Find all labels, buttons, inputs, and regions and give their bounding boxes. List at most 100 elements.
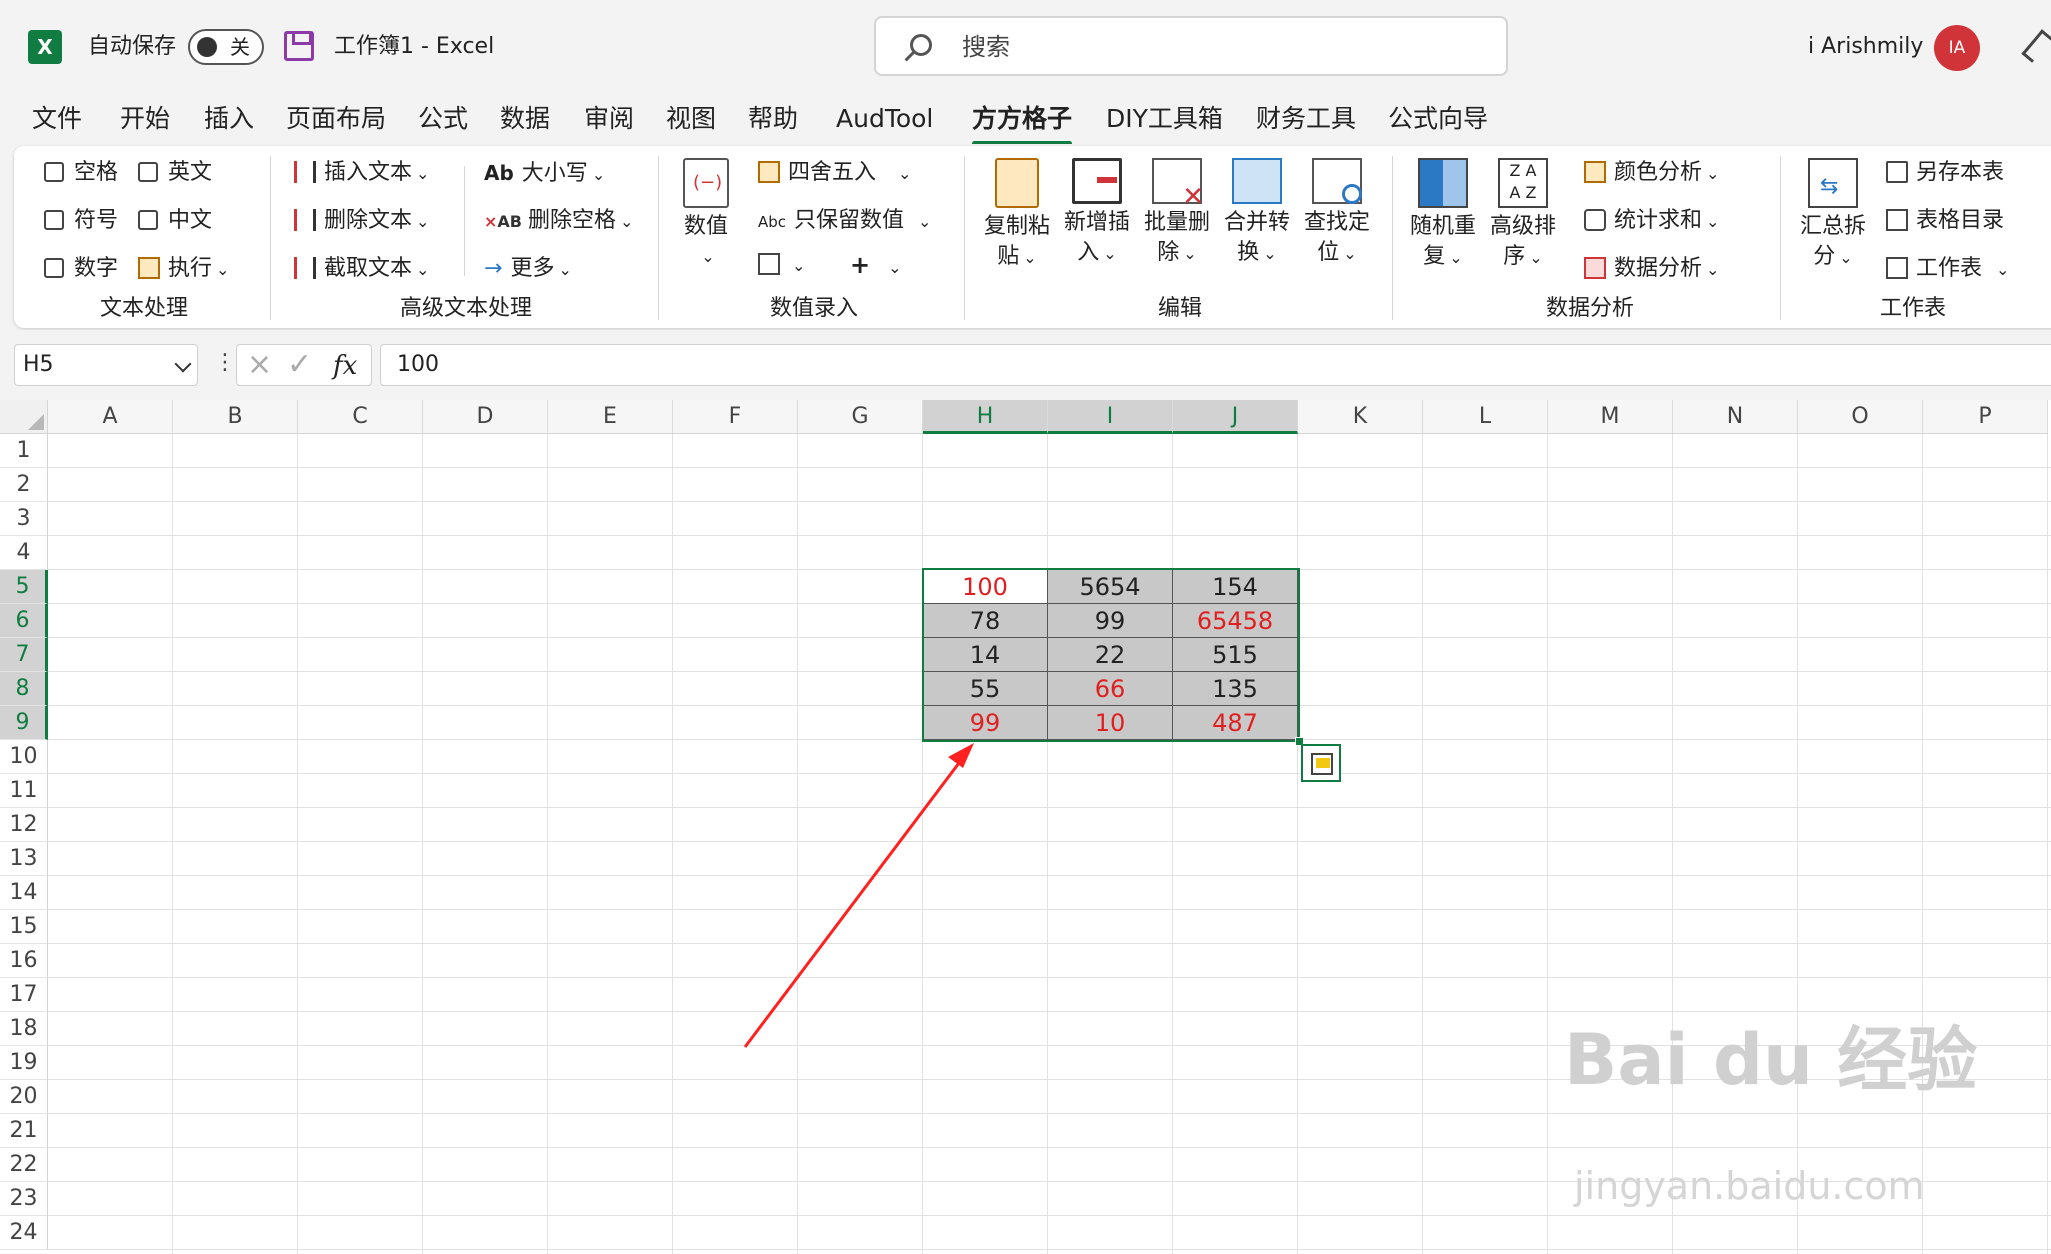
tab-page-layout[interactable]: 页面布局	[286, 100, 386, 138]
chevron-down-icon: ⌄	[216, 260, 230, 279]
number-button[interactable]: (−) 数值 ⌄	[674, 158, 738, 272]
check-icon[interactable]: ✓	[287, 348, 312, 382]
summary-split-label: 汇总拆	[1799, 214, 1866, 239]
ribbon: 空格 英文 符号 中文 数字 执行 ⌄ 文本处理 插入文本 ⌄ 删除文本 ⌄ 截取文本…	[14, 146, 2051, 328]
summary-split-label-b: 分	[1813, 244, 1836, 269]
group-label-edit: 编辑	[1158, 296, 1203, 321]
tab-help[interactable]: 帮助	[748, 100, 798, 138]
merge-convert-button[interactable]: 合并转 换 ⌄	[1220, 158, 1294, 269]
name-box[interactable]: H5	[14, 344, 198, 386]
checkbox-symbol[interactable]: 符号	[44, 206, 118, 236]
save-icon[interactable]	[284, 31, 314, 61]
advanced-sort-button[interactable]: Z AA Z 高级排 序 ⌄	[1486, 158, 1560, 273]
tab-review[interactable]: 审阅	[584, 100, 634, 138]
cancel-icon[interactable]: ×	[247, 348, 272, 382]
search-box[interactable]: 搜索	[874, 16, 1508, 76]
round-icon	[758, 161, 780, 183]
delete-spaces-button[interactable]: ×AB 删除空格 ⌄	[484, 206, 633, 237]
title-bar: X 自动保存 关 工作簿1 - Excel 搜索 i Arishmily IA	[0, 0, 2051, 92]
name-box-value: H5	[23, 352, 54, 377]
excel-icon[interactable]: X	[28, 30, 62, 64]
insert-text-button[interactable]: 插入文本 ⌄	[294, 158, 429, 189]
group-label-advanced-text: 高级文本处理	[400, 296, 533, 321]
tab-formulas[interactable]: 公式	[418, 100, 468, 138]
edit-number-button[interactable]: ⌄	[758, 250, 805, 281]
find-locate-label-b: 位	[1317, 240, 1340, 265]
add-button[interactable]: + ⌄	[850, 250, 902, 283]
copy-paste-label: 复制粘	[983, 214, 1050, 239]
checkbox-number[interactable]: 数字	[44, 254, 118, 284]
arrow-right-icon: →	[484, 256, 503, 281]
group-separator	[1780, 156, 1781, 320]
tab-diy-toolbox[interactable]: DIY工具箱	[1106, 100, 1223, 138]
batch-delete-label-b: 除	[1157, 240, 1180, 265]
arrow-shaft	[743, 754, 967, 1048]
number-label: 数值	[683, 214, 728, 239]
execute-button[interactable]: 执行 ⌄	[138, 254, 229, 285]
random-repeat-icon	[1418, 158, 1468, 208]
add-insert-label-b: 入	[1077, 240, 1100, 265]
edit-grid-icon	[758, 253, 780, 275]
case-label: 大小写	[521, 161, 588, 186]
summary-split-icon: ⇆	[1808, 158, 1858, 208]
more-options-icon[interactable]: ⋮	[214, 348, 236, 378]
autosave-state: 关	[230, 35, 250, 59]
autosave-label: 自动保存	[88, 34, 177, 59]
autosave-toggle[interactable]: 关	[188, 29, 264, 65]
worksheet-grid[interactable]: ABCDEFGHIJKLMNOP 1 2 3 4 5 6 7 8 9 10 11 12 13 14 15 16…	[0, 400, 2051, 1254]
chevron-down-icon: ⌄	[416, 212, 430, 231]
clipboard-icon	[995, 158, 1039, 208]
summary-split-button[interactable]: ⇆ 汇总拆 分 ⌄	[1796, 158, 1870, 273]
delete-spaces-label: 删除空格	[527, 208, 616, 233]
tab-audtool[interactable]: AudTool	[836, 100, 933, 138]
checkbox-space[interactable]: 空格	[44, 158, 118, 188]
toggle-knob	[197, 37, 217, 57]
find-locate-label: 查找定	[1303, 210, 1370, 235]
keep-number-button[interactable]: Abc 只保留数值 ⌄	[758, 206, 931, 237]
copy-paste-button[interactable]: 复制粘 贴 ⌄	[980, 158, 1054, 273]
formula-input[interactable]: 100	[380, 344, 2051, 386]
tab-formula-wizard[interactable]: 公式向导	[1388, 100, 1488, 138]
color-analysis-button[interactable]: 颜色分析 ⌄	[1584, 158, 1719, 189]
baidu-watermark-url: jingyan.baidu.com	[1574, 1164, 1925, 1208]
checkbox-label: 空格	[74, 160, 119, 185]
round-label: 四舍五入	[788, 160, 877, 185]
add-insert-icon	[1072, 158, 1122, 204]
merge-convert-label-2: 换 ⌄	[1220, 238, 1294, 269]
worksheet-button[interactable]: 工作表 ⌄	[1886, 254, 2009, 285]
random-repeat-button[interactable]: 随机重 复 ⌄	[1406, 158, 1480, 273]
extract-text-button[interactable]: 截取文本 ⌄	[294, 254, 429, 285]
tab-insert[interactable]: 插入	[204, 100, 254, 138]
batch-delete-button[interactable]: ✕ 批量删 除 ⌄	[1140, 158, 1214, 269]
save-sheet-button[interactable]: 另存本表	[1886, 158, 2004, 188]
case-button[interactable]: Ab 大小写 ⌄	[484, 158, 605, 190]
user-name[interactable]: i Arishmily	[1808, 30, 1923, 64]
delete-text-button[interactable]: 删除文本 ⌄	[294, 206, 429, 237]
chevron-down-icon[interactable]	[174, 355, 192, 373]
worksheet-icon	[1886, 257, 1908, 279]
chevron-down-icon: ⌄	[416, 164, 430, 183]
formula-buttons: × ✓ fx	[236, 344, 372, 386]
sheet-index-button[interactable]: 表格目录	[1886, 206, 2004, 236]
tab-view[interactable]: 视图	[666, 100, 716, 138]
tab-data[interactable]: 数据	[500, 100, 550, 138]
avatar[interactable]: IA	[1934, 25, 1980, 71]
checkbox-chinese[interactable]: 中文	[138, 206, 212, 236]
pen-icon[interactable]	[2021, 29, 2051, 63]
tab-home[interactable]: 开始	[120, 100, 170, 138]
stat-sum-label: 统计求和	[1614, 208, 1703, 233]
data-analysis-button[interactable]: 数据分析 ⌄	[1584, 254, 1719, 285]
checkbox-label: 英文	[168, 160, 213, 185]
tab-file[interactable]: 文件	[32, 100, 82, 138]
stat-sum-button[interactable]: 统计求和 ⌄	[1584, 206, 1719, 237]
add-insert-button[interactable]: 新增插 入 ⌄	[1060, 158, 1134, 269]
arrow-head	[948, 743, 974, 768]
more-button[interactable]: → 更多 ⌄	[484, 254, 572, 285]
group-separator	[964, 156, 965, 320]
checkbox-english[interactable]: 英文	[138, 158, 212, 188]
find-locate-button[interactable]: 查找定 位 ⌄	[1300, 158, 1374, 269]
round-button[interactable]: 四舍五入 ⌄	[758, 158, 911, 189]
tab-finance-tools[interactable]: 财务工具	[1256, 100, 1356, 138]
insert-function-icon[interactable]: fx	[333, 349, 357, 383]
tab-fangfanggezi[interactable]: 方方格子	[972, 100, 1073, 146]
